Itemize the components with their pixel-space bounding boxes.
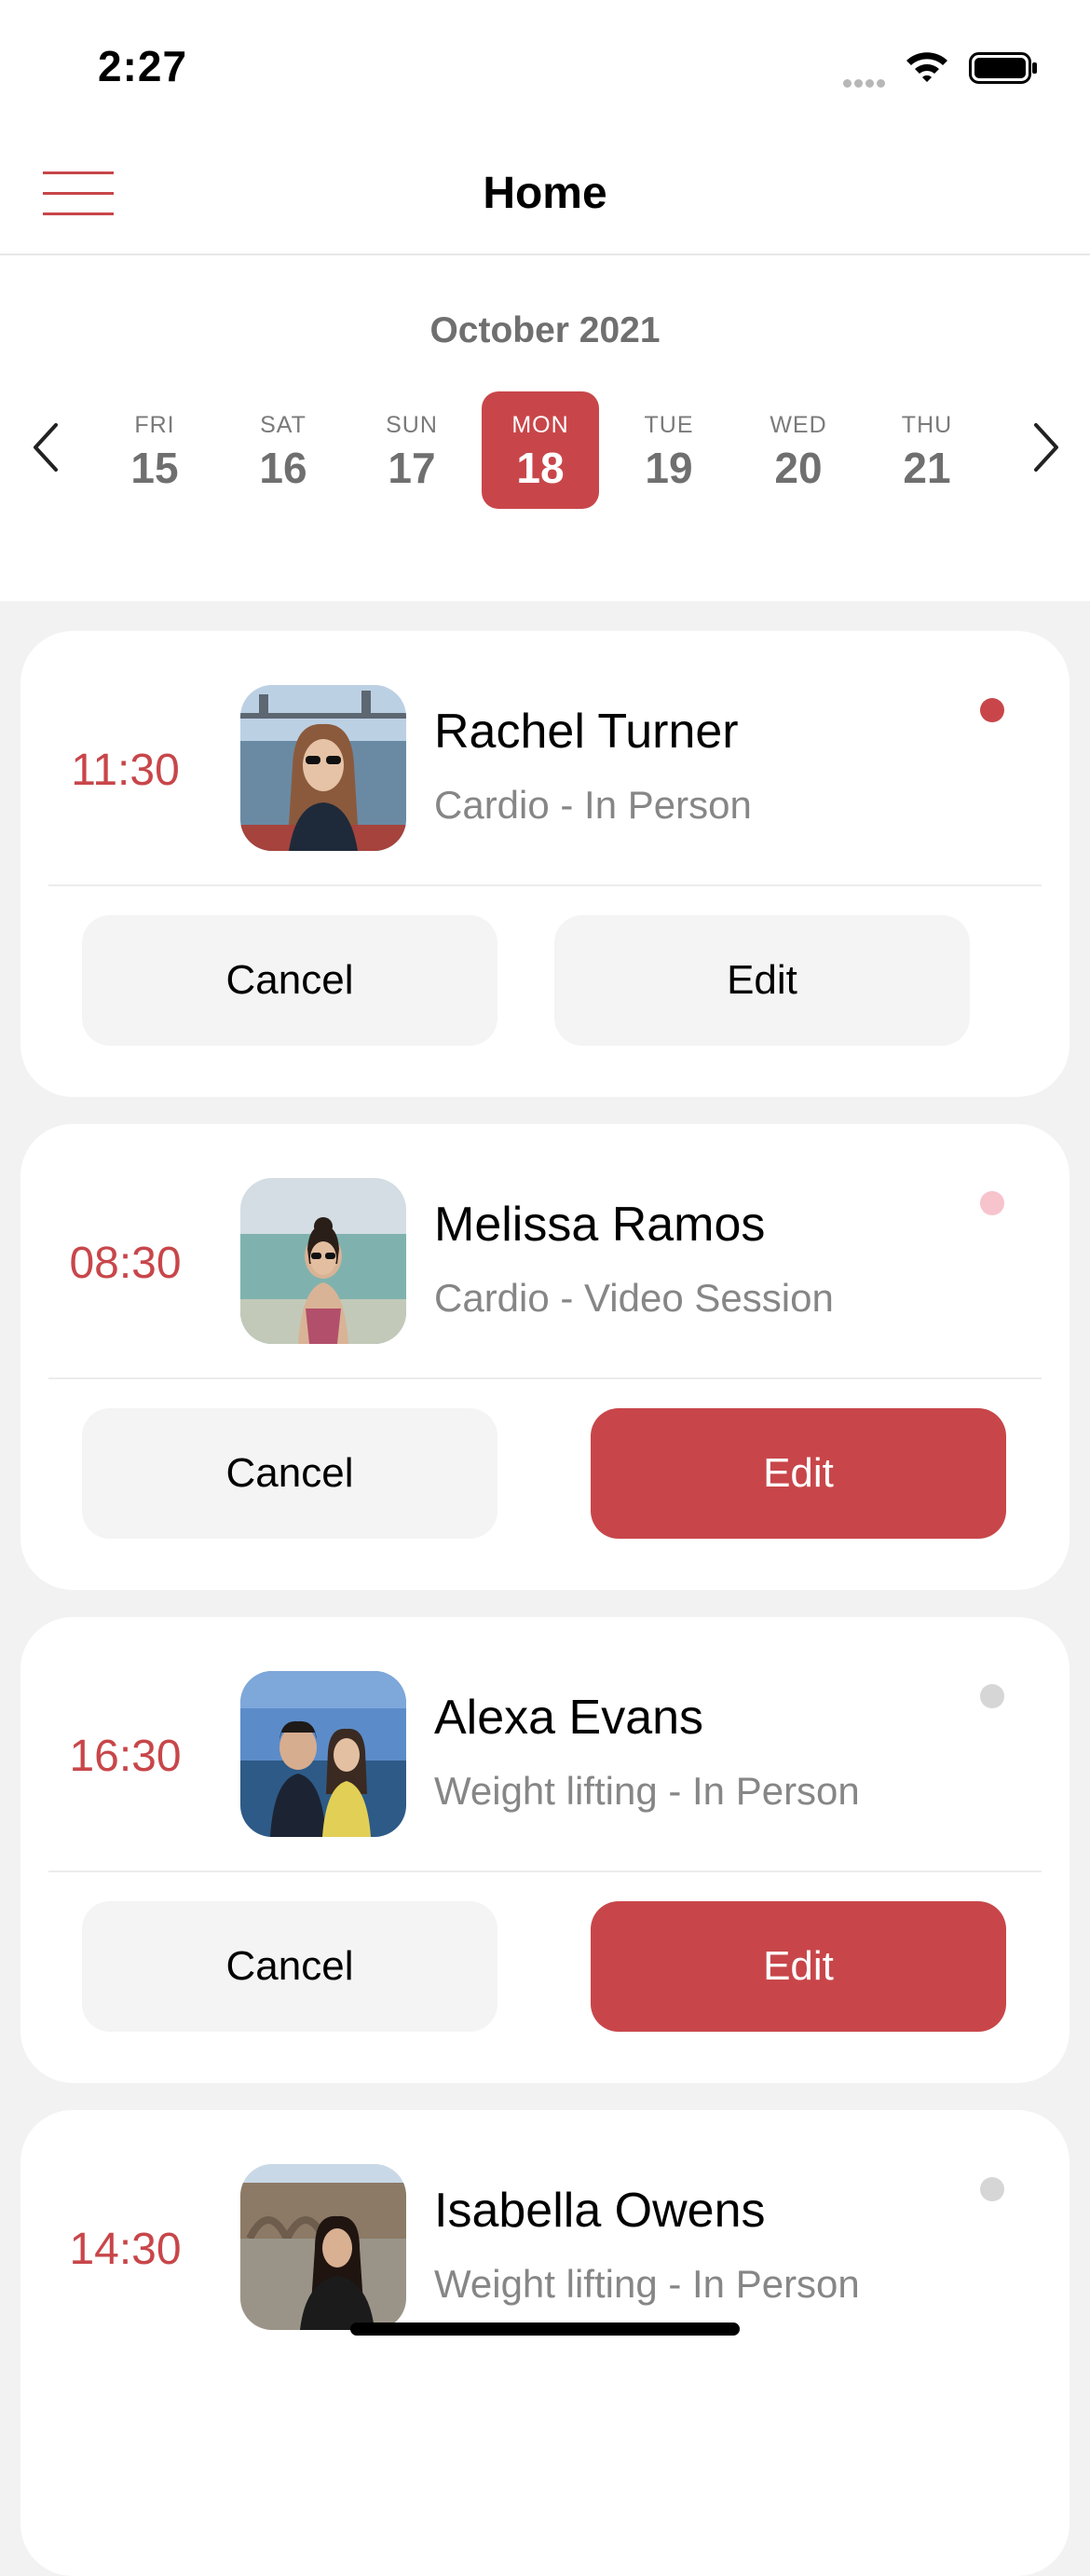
client-photo: [240, 685, 406, 851]
cancel-button[interactable]: Cancel: [82, 1408, 497, 1539]
day-number: 20: [774, 444, 823, 492]
appointment-time: 14:30: [69, 2225, 182, 2274]
status-dot: [980, 1191, 1004, 1215]
day-of-week: MON: [511, 412, 569, 438]
cancel-button[interactable]: Cancel: [82, 1901, 497, 2032]
home-indicator: [350, 2323, 740, 2336]
appointment-time: 11:30: [71, 746, 180, 795]
status-time: 2:27: [98, 42, 188, 90]
calendar-day[interactable]: WED 20: [740, 391, 857, 509]
day-number: 18: [516, 444, 565, 492]
day-of-week: TUE: [644, 412, 694, 438]
day-number: 19: [645, 444, 693, 492]
calendar-day-selected[interactable]: MON 18: [482, 391, 599, 509]
card-divider: [48, 1870, 1042, 1872]
appointment-card[interactable]: 14:30 Isabella Owens Weight lifting - In…: [20, 2110, 1070, 2576]
calendar-day[interactable]: TUE 19: [610, 391, 728, 509]
day-of-week: SAT: [260, 412, 307, 438]
chevron-left-icon[interactable]: [28, 419, 65, 475]
edit-button[interactable]: Edit: [591, 1901, 1006, 2032]
card-divider: [48, 884, 1042, 886]
appointment-card[interactable]: 08:30 Melissa Ramos Cardio - Video Sessi…: [20, 1124, 1070, 1590]
day-number: 17: [388, 444, 436, 492]
session-type: Weight lifting - In Person: [434, 1769, 860, 1813]
day-number: 21: [903, 444, 951, 492]
status-bar: 2:27: [0, 0, 1090, 130]
session-type: Weight lifting - In Person: [434, 2262, 860, 2306]
edit-button[interactable]: Edit: [554, 915, 970, 1046]
client-photo: [240, 2164, 406, 2330]
status-dot: [980, 698, 1004, 722]
wifi-icon: [904, 48, 950, 89]
day-of-week: SUN: [386, 412, 438, 438]
calendar-day[interactable]: THU 21: [868, 391, 986, 509]
chevron-right-icon[interactable]: [1027, 419, 1064, 475]
battery-icon: [969, 52, 1038, 89]
edit-button[interactable]: Edit: [591, 1408, 1006, 1539]
day-of-week: WED: [770, 412, 827, 438]
session-type: Cardio - In Person: [434, 783, 752, 827]
day-number: 16: [259, 444, 307, 492]
card-divider: [48, 1377, 1042, 1379]
top-section: 2:27 Home October 2021 FRI 15 SAT 16 SUN…: [0, 0, 1090, 601]
session-type: Cardio - Video Session: [434, 1276, 834, 1320]
day-of-week: FRI: [134, 412, 175, 438]
cancel-button[interactable]: Cancel: [82, 915, 497, 1046]
status-dot: [980, 1684, 1004, 1708]
status-dot: [980, 2177, 1004, 2201]
calendar-day[interactable]: SAT 16: [225, 391, 342, 509]
client-name: Melissa Ramos: [434, 1198, 766, 1252]
calendar-day[interactable]: SUN 17: [353, 391, 470, 509]
cellular-signal-icon: [843, 75, 888, 92]
client-photo: [240, 1671, 406, 1837]
appointment-time: 16:30: [69, 1732, 182, 1781]
client-name: Isabella Owens: [434, 2184, 766, 2238]
appointment-card[interactable]: 16:30 Alexa Evans Weight lifting - In Pe…: [20, 1617, 1070, 2083]
calendar-day[interactable]: FRI 15: [96, 391, 213, 509]
appointment-card[interactable]: 11:30 Rachel Turner Cardio - In Person C…: [20, 631, 1070, 1097]
client-photo: [240, 1178, 406, 1344]
navigation-bar: Home: [0, 130, 1090, 255]
client-name: Rachel Turner: [434, 705, 739, 759]
calendar-month: October 2021: [429, 310, 661, 350]
page-title: Home: [483, 169, 607, 218]
day-of-week: THU: [901, 412, 953, 438]
appointment-time: 08:30: [69, 1239, 182, 1288]
day-number: 15: [130, 444, 179, 492]
client-name: Alexa Evans: [434, 1691, 704, 1745]
